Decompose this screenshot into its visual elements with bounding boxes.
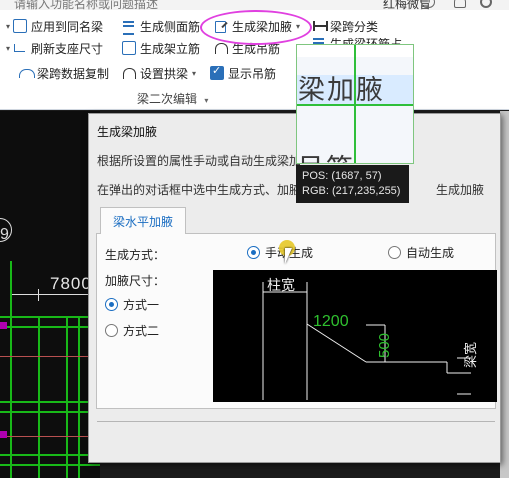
refresh-icon [13,41,27,55]
gen-hanger-label: 生成吊筋 [232,41,281,56]
magnifier-text-2: 吊筋 [297,147,355,163]
right-panel-edge [500,111,509,478]
haunch-preview-diagram: 柱宽 1200 500 梁宽 [213,270,497,402]
copy-span-data-label: 梁跨数据复制 [37,66,110,81]
col-width-text: 柱宽 [267,277,295,293]
radio-auto-label: 自动生成 [406,246,455,260]
dim-1200-text: 1200 [313,313,349,330]
tab-horizontal-haunch[interactable]: 梁水平加腋 [100,207,186,234]
chevron-down-icon[interactable]: ▾ [192,69,196,78]
gen-haunch-button[interactable]: 生成梁加腋 ▾ [214,16,303,36]
span-classify-button[interactable]: 梁跨分类 [312,16,378,36]
gen-side-rebar-button[interactable]: 生成侧面筋 [122,16,200,36]
copy-icon [19,66,35,80]
dropdown-arrow-icon: ▾ [6,21,11,31]
beam-line [0,464,100,466]
tab-label: 梁水平加腋 [112,214,173,229]
message-icon[interactable] [421,0,435,8]
beam-line [0,454,100,456]
magnifier-zoom: 梁加腋 吊筋 [296,44,414,164]
radio-method-1-label: 方式一 [123,298,160,312]
dimension-line [10,294,100,295]
beam-line [0,316,100,318]
pos-value: (1687, 57) [331,170,382,182]
refresh-support-label: 刷新支座尺寸 [31,41,104,56]
dim-500-text: 500 [376,333,393,358]
preview-svg: 柱宽 1200 500 梁宽 [262,277,478,400]
haunch-icon [214,19,228,33]
ribbon-group-label[interactable]: 梁二次编辑 ▾ [137,90,208,107]
gen-stirrup-button[interactable]: 生成架立筋 [122,38,200,58]
ribbon-toolbar: 请输入功能名称或问题描述 红梅微冒 ▾ 应用到同名梁 生成侧面筋 生成梁加腋 ▾… [0,0,509,110]
dialog-title: 生成梁加腋 [97,125,158,139]
side-rebar-icon [122,19,136,35]
pos-label: POS: [302,170,329,182]
beam-width-text: 梁宽 [463,342,478,368]
chevron-down-icon[interactable]: ▾ [296,22,300,31]
dialog-divider [97,421,495,422]
show-hanger-checkbox[interactable]: 显示吊筋 [210,63,276,83]
beam-line [0,411,100,413]
radio-selected-icon[interactable] [247,246,260,259]
rgb-label: RGB: [302,185,329,197]
set-arch-beam-label: 设置拱梁 [140,66,189,81]
column-marker [0,431,7,438]
radio-unselected-icon[interactable] [105,324,118,337]
arch-icon [122,66,136,80]
hanger-icon [214,41,228,55]
chevron-down-icon: ▾ [204,96,209,105]
cad-drawing-area[interactable]: 9 7800 [0,111,100,478]
beam-line [0,326,100,328]
beam-line [10,261,12,478]
gen-hanger-button[interactable]: 生成吊筋 [214,38,296,58]
crosshair-horizontal [297,104,413,106]
set-arch-beam-button[interactable]: 设置拱梁 ▾ [122,63,199,83]
refresh-support-button[interactable]: ▾ 刷新支座尺寸 [6,38,103,58]
desc2-part-b: 生成加腋 [436,183,485,197]
gen-method-label: 生成方式： [105,248,166,262]
dimension-tick [38,289,39,301]
haunch-help-dialog: 生成梁加腋 根据所设置的属性手动或自动生成梁加 在弹出的对话框中选中生成方式、加… [88,113,501,463]
span-classify-label: 梁跨分类 [330,19,379,34]
rgb-value: (217,235,255) [331,185,401,197]
radio-selected-icon[interactable] [105,298,118,311]
radio-auto[interactable]: 自动生成 [388,244,454,261]
stirrup-icon [122,41,136,55]
mouse-cursor-icon [285,248,292,264]
gen-haunch-label: 生成梁加腋 [232,19,293,34]
apply-same-name-button[interactable]: ▾ 应用到同名梁 [6,16,103,36]
haunch-size-label: 加腋尺寸： [105,274,166,288]
radio-method-2-label: 方式二 [123,324,160,338]
dropdown-arrow-icon: ▾ [6,43,11,53]
bell-icon[interactable] [454,0,466,8]
beam-line [0,401,100,403]
desc2-part-a: 在弹出的对话框中选中生成方式、加腋 [97,183,302,197]
search-input[interactable]: 请输入功能名称或问题描述 [14,0,158,10]
top-bar: 请输入功能名称或问题描述 红梅微冒 [0,0,509,10]
dialog-description-2: 在弹出的对话框中选中生成方式、加腋 生成加腋 [97,181,484,198]
grid-line [0,356,100,357]
rgb-row: RGB: (217,235,255) [302,184,403,199]
pos-row: POS: (1687, 57) [302,169,403,184]
show-hanger-label: 显示吊筋 [228,66,277,81]
radio-unselected-icon[interactable] [388,246,401,259]
copy-span-data-button[interactable]: 梁跨数据复制 [19,63,109,83]
grid-line [0,436,100,437]
gen-side-rebar-label: 生成侧面筋 [140,19,201,34]
dimension-text: 7800 [50,274,92,293]
axis-label: 9 [0,226,9,243]
apply-icon [13,19,28,33]
group-label-text: 梁二次编辑 [137,92,198,106]
gear-icon[interactable] [480,0,492,8]
span-classify-icon [312,19,328,33]
radio-method-2[interactable]: 方式二 [105,322,159,339]
checkbox-checked-icon[interactable] [210,64,224,80]
dialog-description: 根据所设置的属性手动或自动生成梁加 [97,154,302,168]
gen-stirrup-label: 生成架立筋 [140,41,201,56]
radio-method-1[interactable]: 方式一 [105,296,159,313]
column-marker [0,322,7,329]
color-picker-tooltip: POS: (1687, 57) RGB: (217,235,255) [296,165,409,203]
apply-same-name-label: 应用到同名梁 [31,19,104,34]
